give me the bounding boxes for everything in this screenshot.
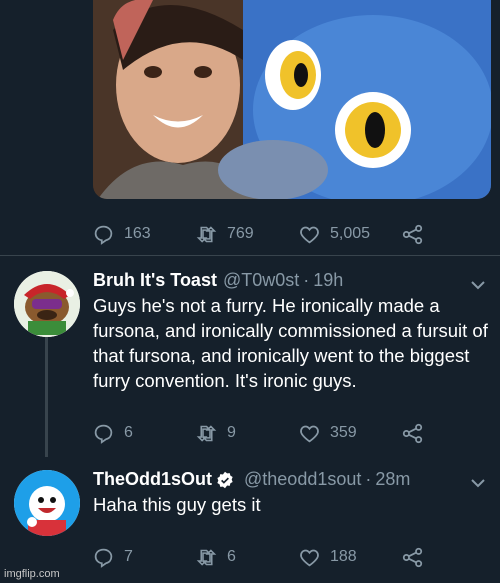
reply-action[interactable]: 6 (93, 423, 196, 444)
display-name[interactable]: TheOdd1sOut (93, 469, 212, 490)
heart-icon (300, 226, 319, 243)
reply2-header: TheOdd1sOut @theodd1sout · 28m (93, 469, 410, 490)
reply1-header: Bruh It's Toast @T0w0st · 19h (93, 270, 343, 291)
reply-icon (94, 225, 113, 245)
separator-dot: · (365, 469, 372, 489)
retweet-icon (196, 424, 217, 442)
thread-line (45, 337, 48, 457)
timestamp[interactable]: 28m (375, 469, 410, 490)
verified-badge-icon (217, 471, 233, 488)
reply-count: 163 (124, 225, 151, 242)
like-action[interactable]: 188 (299, 547, 402, 568)
like-action[interactable]: 5,005 (299, 224, 402, 245)
retweet-action[interactable]: 6 (196, 547, 299, 568)
reply-count: 7 (124, 548, 133, 565)
share-action[interactable] (402, 423, 423, 444)
like-action[interactable]: 359 (299, 423, 402, 444)
divider (0, 255, 500, 256)
user-handle[interactable]: @T0w0st (223, 270, 299, 291)
tweet-photo[interactable] (93, 0, 491, 199)
watermark: imgflip.com (4, 568, 60, 580)
retweet-count: 769 (227, 225, 254, 242)
like-count: 5,005 (330, 225, 371, 242)
avatar[interactable] (14, 470, 80, 536)
like-count: 188 (330, 548, 357, 565)
tweet-text: Haha this guy gets it (93, 494, 261, 515)
reply1-actions: 6 9 359 (93, 421, 423, 445)
retweet-action[interactable]: 9 (196, 423, 299, 444)
chevron-down-icon[interactable] (470, 477, 486, 489)
reply-icon (94, 548, 113, 568)
retweet-count: 6 (227, 548, 236, 565)
reply-count: 6 (124, 424, 133, 441)
reply-action[interactable]: 7 (93, 547, 196, 568)
retweet-icon (196, 225, 217, 243)
user-handle[interactable]: @theodd1sout (244, 469, 361, 490)
reply2-actions: 7 6 188 (93, 545, 423, 569)
retweet-action[interactable]: 769 (196, 224, 299, 245)
share-icon (402, 224, 423, 244)
share-action[interactable] (402, 547, 423, 568)
top-tweet-actions: 163 769 5,005 (93, 222, 423, 246)
avatar[interactable] (14, 271, 80, 337)
chevron-down-icon[interactable] (470, 279, 486, 291)
heart-icon (300, 425, 319, 442)
retweet-count: 9 (227, 424, 236, 441)
reply-icon (94, 424, 113, 444)
reply-action[interactable]: 163 (93, 224, 196, 245)
retweet-icon (196, 548, 217, 566)
share-action[interactable] (402, 224, 423, 245)
share-icon (402, 423, 423, 443)
timestamp[interactable]: 19h (313, 270, 343, 291)
heart-icon (300, 549, 319, 566)
tweet-text: Guys he's not a furry. He ironically mad… (93, 295, 488, 391)
like-count: 359 (330, 424, 357, 441)
share-icon (402, 547, 423, 567)
separator-dot: · (303, 270, 310, 290)
display-name[interactable]: Bruh It's Toast (93, 270, 217, 291)
